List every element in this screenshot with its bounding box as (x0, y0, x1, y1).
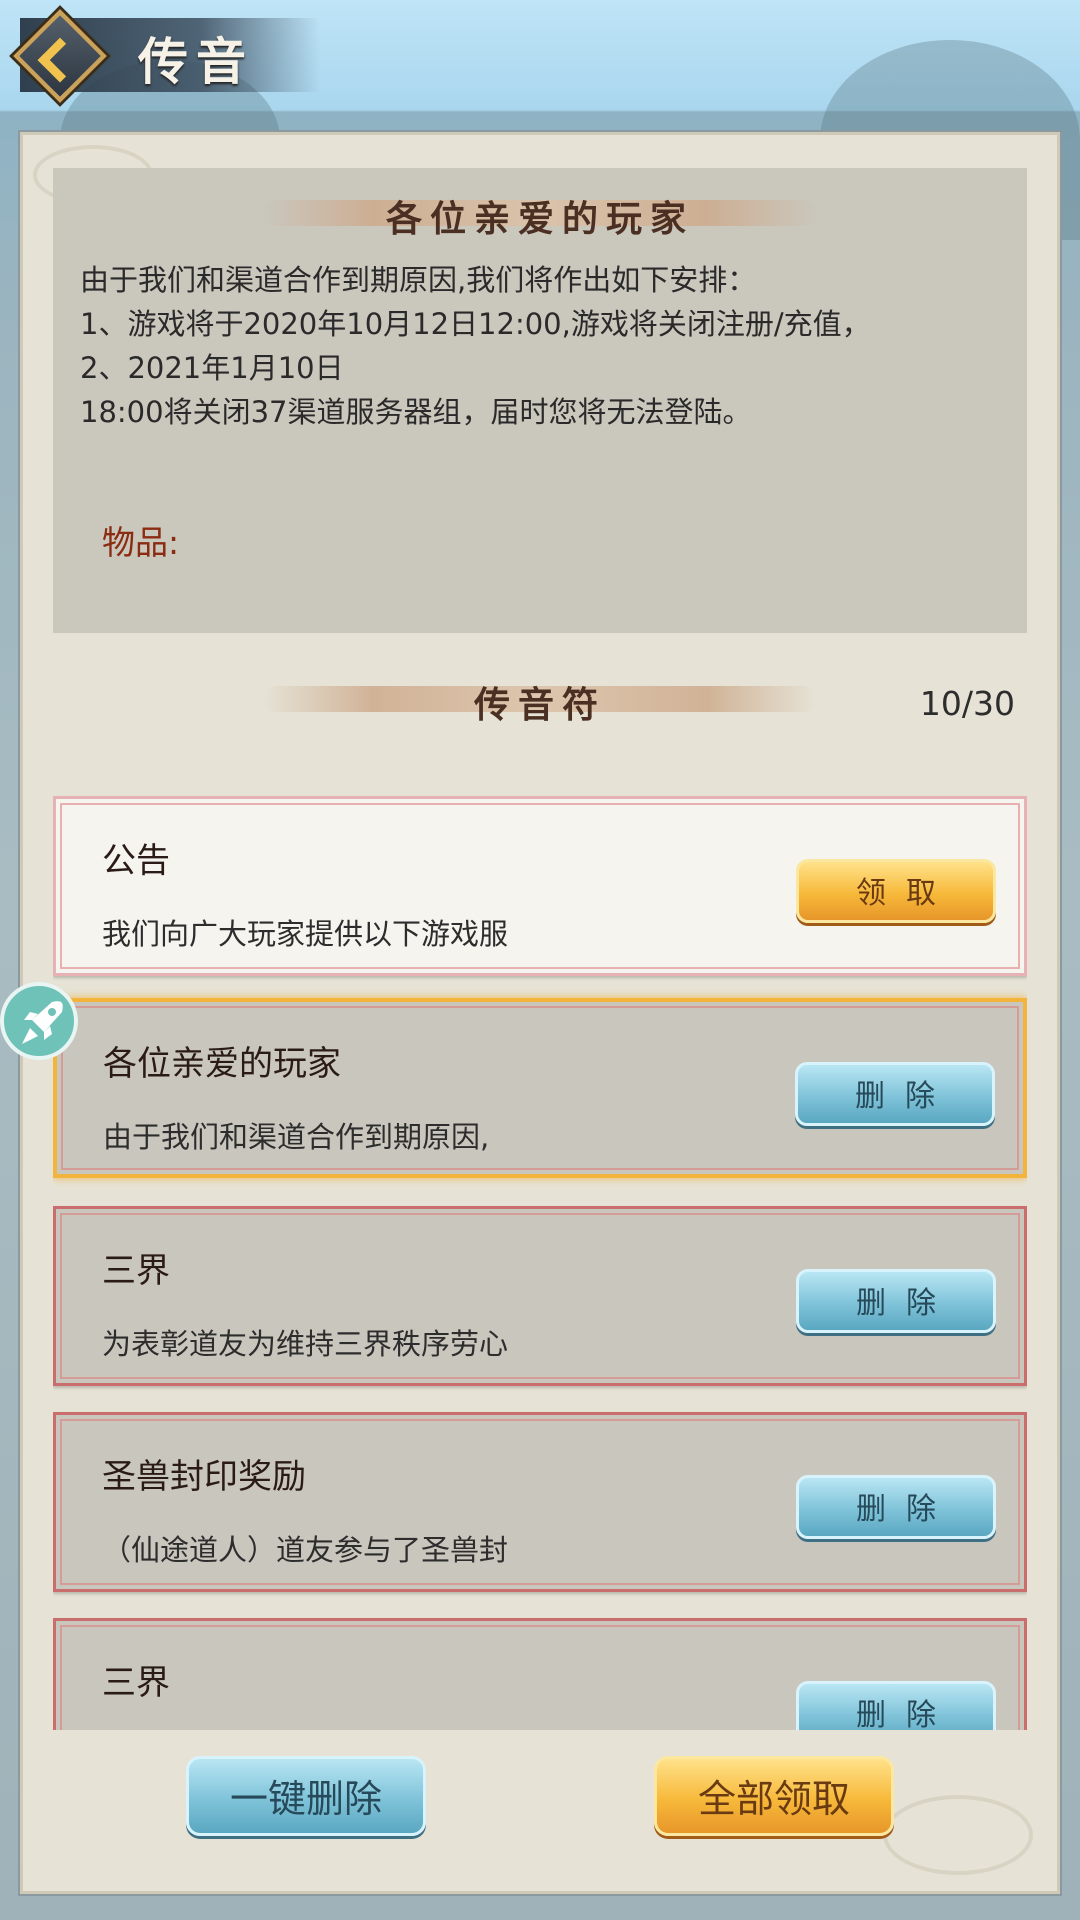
delete-button[interactable]: 删除 (796, 1681, 996, 1730)
list-item[interactable]: 圣兽封印奖励 （仙途道人）道友参与了圣兽封 删除 (53, 1412, 1027, 1592)
claim-all-button[interactable]: 全部领取 (654, 1756, 894, 1836)
message-list[interactable]: 公告 我们向广大玩家提供以下游戏服 领取 各位亲爱的玩家 由于我们和渠道合作到期… (53, 792, 1027, 1730)
cloud-decoration (883, 1795, 1033, 1875)
message-title: 公告 (102, 841, 170, 881)
delete-button[interactable]: 删除 (795, 1062, 995, 1126)
delete-button[interactable]: 删除 (796, 1269, 996, 1333)
message-title: 圣兽封印奖励 (102, 1457, 306, 1497)
message-title: 三界 (102, 1251, 170, 1291)
message-preview: （仙途道人）道友参与了圣兽封 (102, 1533, 509, 1567)
chevron-left-icon (37, 37, 83, 83)
message-preview: 由于我们和渠道合作到期原因, (103, 1120, 490, 1154)
top-bar: 传音 (0, 0, 1080, 112)
delete-all-button[interactable]: 一键删除 (186, 1756, 426, 1836)
message-preview: 我们向广大玩家提供以下游戏服 (102, 917, 509, 951)
detail-heading: 各位亲爱的玩家 (385, 198, 694, 240)
list-item[interactable]: 三界 删除 (53, 1618, 1027, 1730)
message-title: 各位亲爱的玩家 (103, 1044, 341, 1084)
claim-button[interactable]: 领取 (796, 859, 996, 923)
rocket-icon (22, 1001, 63, 1044)
floating-rocket-button[interactable] (0, 982, 78, 1060)
items-label: 物品: (102, 523, 180, 562)
page-title: 传音 (138, 32, 254, 91)
list-item[interactable]: 三界 为表彰道友为维持三界秩序劳心 删除 (53, 1206, 1027, 1386)
message-preview: 为表彰道友为维持三界秩序劳心 (102, 1327, 509, 1361)
list-item[interactable]: 公告 我们向广大玩家提供以下游戏服 领取 (53, 796, 1027, 976)
message-count: 10/30 (919, 684, 1015, 723)
list-heading: 传音符 (473, 684, 606, 726)
delete-button[interactable]: 删除 (796, 1475, 996, 1539)
list-item[interactable]: 各位亲爱的玩家 由于我们和渠道合作到期原因, 删除 (53, 998, 1027, 1178)
message-title: 三界 (102, 1663, 170, 1703)
detail-body: 由于我们和渠道合作到期原因,我们将作出如下安排： 1、游戏将于2020年10月1… (80, 263, 871, 429)
